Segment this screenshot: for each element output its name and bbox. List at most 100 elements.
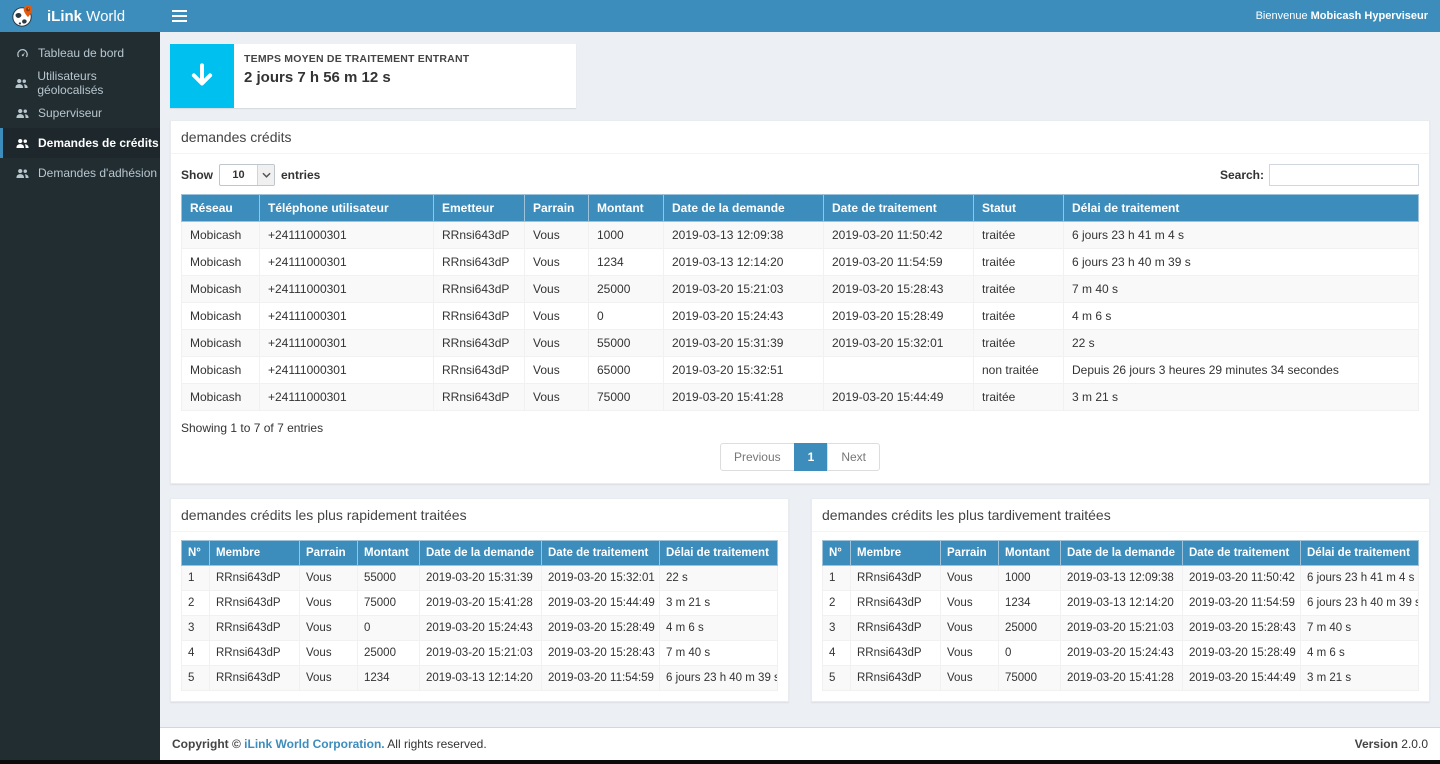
table-cell: 2019-03-20 15:28:43 xyxy=(1183,616,1301,641)
table-cell: 6 jours 23 h 40 m 39 s xyxy=(660,666,778,691)
table-cell: 6 jours 23 h 41 m 4 s xyxy=(1301,566,1419,591)
sidebar-item-demandes-adhesion[interactable]: Demandes d'adhésion xyxy=(0,158,160,188)
sidebar-item-superviseur[interactable]: Superviseur xyxy=(0,98,160,128)
next-page-button[interactable]: Next xyxy=(827,443,880,471)
chevron-down-icon xyxy=(257,165,274,185)
table-cell: traitée xyxy=(974,249,1064,276)
table-cell: Vous xyxy=(941,666,999,691)
bottom-panels: demandes crédits les plus rapidement tra… xyxy=(170,498,1430,702)
column-header[interactable]: Réseau xyxy=(182,195,260,222)
top-navbar: Bienvenue Mobicash Hyperviseur xyxy=(160,0,1440,32)
table-cell xyxy=(824,357,974,384)
sidebar-item-utilisateurs-geolocalises[interactable]: Utilisateurs géolocalisés xyxy=(0,68,160,98)
table-cell: 6 jours 23 h 41 m 4 s xyxy=(1064,222,1419,249)
footer: Copyright © iLink World Corporation. All… xyxy=(160,727,1440,760)
table-cell: RRnsi643dP xyxy=(434,222,525,249)
table-cell: Vous xyxy=(525,357,589,384)
column-header[interactable]: Date de la demande xyxy=(420,541,542,566)
table-cell: 65000 xyxy=(589,357,664,384)
column-header[interactable]: Date de traitement xyxy=(542,541,660,566)
column-header[interactable]: Délai de traitement xyxy=(1064,195,1419,222)
table-cell: Vous xyxy=(525,384,589,411)
column-header[interactable]: Membre xyxy=(210,541,300,566)
table-cell: 2019-03-20 15:41:28 xyxy=(1061,666,1183,691)
latest-processed-table: N°MembreParrainMontantDate de la demande… xyxy=(822,540,1419,691)
column-header[interactable]: Date de traitement xyxy=(824,195,974,222)
search-input[interactable] xyxy=(1269,164,1419,186)
column-header[interactable]: Date de la demande xyxy=(664,195,824,222)
page-1-button[interactable]: 1 xyxy=(794,443,829,471)
sidebar-item-tableau-de-bord[interactable]: Tableau de bord xyxy=(0,38,160,68)
table-row: Mobicash+24111000301RRnsi643dPVous02019-… xyxy=(182,303,1419,330)
table-cell: 1234 xyxy=(358,666,420,691)
table-cell: 2019-03-13 12:09:38 xyxy=(664,222,824,249)
table-cell: Mobicash xyxy=(182,384,260,411)
column-header[interactable]: Date de traitement xyxy=(1183,541,1301,566)
sidebar-item-label: Tableau de bord xyxy=(38,46,124,60)
column-header[interactable]: Montant xyxy=(358,541,420,566)
sidebar-item-demandes-de-credits[interactable]: Demandes de crédits xyxy=(0,128,160,158)
table-cell: 2 xyxy=(823,591,851,616)
fastest-processed-table: N°MembreParrainMontantDate de la demande… xyxy=(181,540,778,691)
table-cell: RRnsi643dP xyxy=(210,591,300,616)
sidebar-toggle-icon[interactable] xyxy=(172,0,202,32)
table-cell: Vous xyxy=(941,566,999,591)
table-cell: 3 m 21 s xyxy=(1301,666,1419,691)
table-cell: 2019-03-20 11:54:59 xyxy=(542,666,660,691)
column-header[interactable]: Téléphone utilisateur xyxy=(260,195,434,222)
table-cell: 6 jours 23 h 40 m 39 s xyxy=(1064,249,1419,276)
table-row: 4RRnsi643dPVous02019-03-20 15:24:432019-… xyxy=(823,641,1419,666)
table-cell: 1 xyxy=(823,566,851,591)
table-cell: 1000 xyxy=(999,566,1061,591)
page-length-select[interactable]: 10 xyxy=(219,164,275,186)
column-header[interactable]: Membre xyxy=(851,541,941,566)
table-cell: 2019-03-20 15:24:43 xyxy=(664,303,824,330)
table-cell: Vous xyxy=(300,591,358,616)
users-icon xyxy=(15,137,29,150)
column-header[interactable]: Emetteur xyxy=(434,195,525,222)
column-header[interactable]: Parrain xyxy=(941,541,999,566)
previous-page-button[interactable]: Previous xyxy=(720,443,795,471)
globe-pin-logo-icon xyxy=(11,4,35,28)
column-header[interactable]: N° xyxy=(182,541,210,566)
page-length-value: 10 xyxy=(220,165,257,185)
table-cell: 3 m 21 s xyxy=(1064,384,1419,411)
table-cell: 2019-03-20 11:54:59 xyxy=(824,249,974,276)
column-header[interactable]: Parrain xyxy=(300,541,358,566)
widget-label: TEMPS MOYEN DE TRAITEMENT ENTRANT xyxy=(244,53,469,65)
table-cell: 75000 xyxy=(999,666,1061,691)
table-cell: 2019-03-20 15:28:43 xyxy=(824,276,974,303)
table-cell: 75000 xyxy=(358,591,420,616)
column-header[interactable]: Montant xyxy=(999,541,1061,566)
table-cell: 1234 xyxy=(999,591,1061,616)
table-cell: Mobicash xyxy=(182,249,260,276)
table-cell: RRnsi643dP xyxy=(851,641,941,666)
table-cell: 22 s xyxy=(1064,330,1419,357)
table-cell: Vous xyxy=(525,330,589,357)
datatable-toolbar: Show 10 entries Search: xyxy=(181,164,1419,186)
table-cell: +24111000301 xyxy=(260,222,434,249)
table-cell: 2019-03-13 12:09:38 xyxy=(1061,566,1183,591)
users-icon xyxy=(15,167,29,180)
table-cell: 2019-03-20 15:24:43 xyxy=(1061,641,1183,666)
column-header[interactable]: Date de la demande xyxy=(1061,541,1183,566)
table-cell: Mobicash xyxy=(182,222,260,249)
brand-logo[interactable]: iLink World xyxy=(0,0,160,32)
table-info: Showing 1 to 7 of 7 entries xyxy=(181,421,1419,435)
table-cell: 25000 xyxy=(999,616,1061,641)
sidebar-item-label: Demandes d'adhésion xyxy=(38,166,157,180)
welcome-user[interactable]: Bienvenue Mobicash Hyperviseur xyxy=(1256,10,1428,22)
latest-processed-panel: demandes crédits les plus tardivement tr… xyxy=(811,498,1430,702)
table-cell: 2019-03-20 11:50:42 xyxy=(824,222,974,249)
table-cell: 2019-03-20 15:28:49 xyxy=(824,303,974,330)
table-cell: 2019-03-13 12:14:20 xyxy=(1061,591,1183,616)
column-header[interactable]: N° xyxy=(823,541,851,566)
company-link[interactable]: iLink World Corporation. xyxy=(244,737,384,751)
table-cell: RRnsi643dP xyxy=(851,616,941,641)
column-header[interactable]: Délai de traitement xyxy=(660,541,778,566)
column-header[interactable]: Montant xyxy=(589,195,664,222)
column-header[interactable]: Parrain xyxy=(525,195,589,222)
column-header[interactable]: Délai de traitement xyxy=(1301,541,1419,566)
column-header[interactable]: Statut xyxy=(974,195,1064,222)
table-cell: RRnsi643dP xyxy=(210,666,300,691)
